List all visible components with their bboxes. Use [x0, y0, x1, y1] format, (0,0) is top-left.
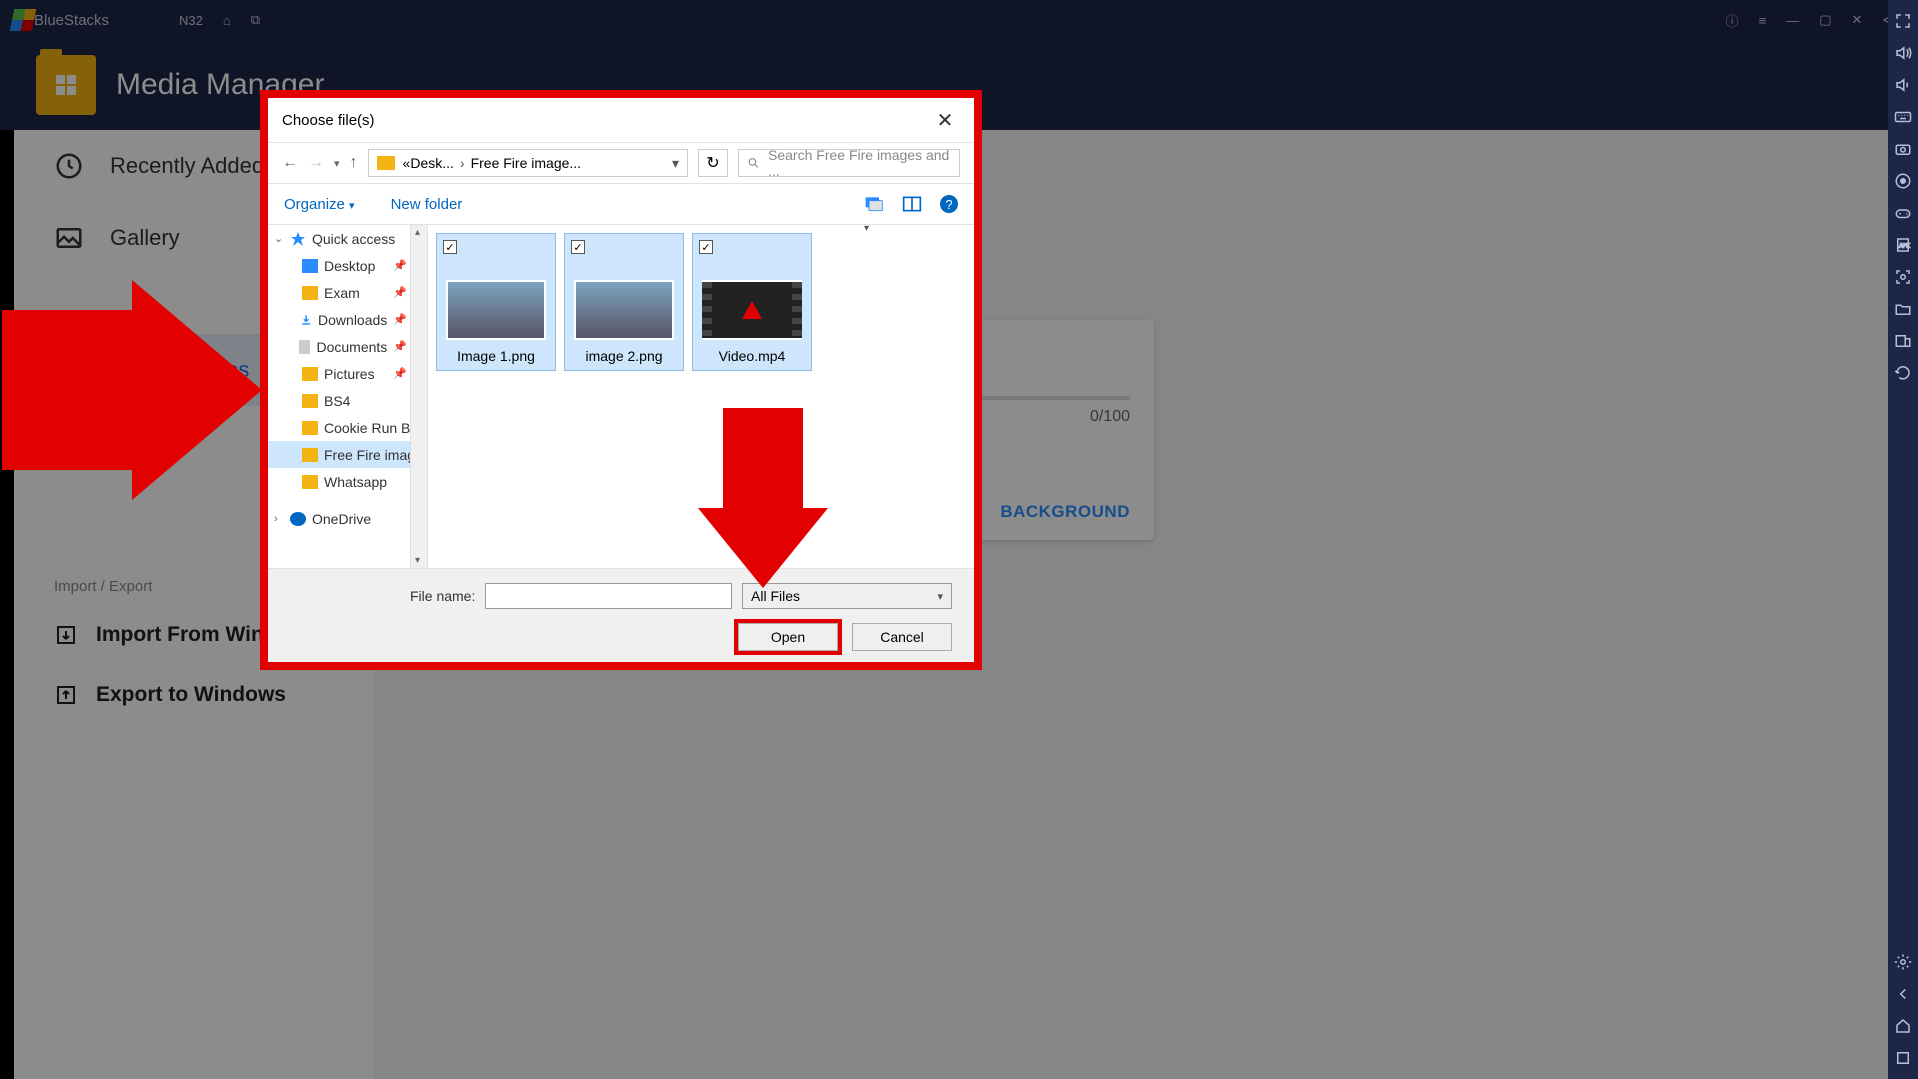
file-name: Video.mp4: [699, 348, 805, 364]
search-icon: [747, 156, 760, 170]
cancel-button[interactable]: Cancel: [852, 623, 952, 651]
forward-button[interactable]: →: [308, 154, 324, 172]
tree-cookie-run[interactable]: Cookie Run BS: [268, 414, 427, 441]
volume-up-icon[interactable]: [1894, 44, 1912, 62]
tree-quick-access[interactable]: ⌄ Quick access: [268, 225, 427, 252]
folder-icon: [377, 156, 395, 170]
history-dropdown[interactable]: ▾: [334, 157, 340, 170]
file-item[interactable]: ✓ Video.mp4: [692, 233, 812, 371]
file-dialog: Choose file(s) ✕ ← → ▾ ↑ « Desk... › Fre…: [260, 90, 982, 670]
pin-icon: 📌: [393, 313, 407, 326]
folder-icon[interactable]: [1894, 300, 1912, 318]
file-thumbnail: [446, 280, 546, 340]
tree-bs4[interactable]: BS4: [268, 387, 427, 414]
refresh-button[interactable]: ↻: [698, 149, 728, 177]
dialog-body: ⌄ Quick access Desktop📌 Exam📌 Downloads📌…: [268, 224, 974, 568]
dialog-close-button[interactable]: ✕: [930, 108, 960, 133]
recents-icon[interactable]: [1894, 1049, 1912, 1067]
open-button[interactable]: Open: [738, 623, 838, 651]
checkbox-icon[interactable]: ✓: [571, 240, 585, 254]
breadcrumb-parent[interactable]: Desk...: [410, 155, 454, 171]
file-item[interactable]: ✓ Image 1.png: [436, 233, 556, 371]
svg-text:APK: APK: [1899, 243, 1910, 249]
volume-down-icon[interactable]: [1894, 76, 1912, 94]
tree-onedrive[interactable]: › OneDrive: [268, 505, 427, 532]
file-thumbnail: [574, 280, 674, 340]
rotate-icon[interactable]: [1894, 364, 1912, 382]
file-item[interactable]: ✓ image 2.png: [564, 233, 684, 371]
breadcrumb-current[interactable]: Free Fire image...: [471, 155, 581, 171]
record-icon[interactable]: [1894, 172, 1912, 190]
folder-tree: ⌄ Quick access Desktop📌 Exam📌 Downloads📌…: [268, 225, 428, 568]
view-mode-button[interactable]: ▾: [864, 194, 884, 214]
dialog-footer: File name: All Files ▾ Open Cancel: [268, 568, 974, 662]
fullscreen-icon[interactable]: [1894, 12, 1912, 30]
back-button[interactable]: ←: [282, 154, 298, 172]
dialog-nav: ← → ▾ ↑ « Desk... › Free Fire image... ▾…: [268, 142, 974, 184]
chevron-down-icon: ⌄: [274, 232, 284, 245]
tree-desktop[interactable]: Desktop📌: [268, 252, 427, 279]
checkbox-icon[interactable]: ✓: [443, 240, 457, 254]
filename-label: File name:: [410, 588, 475, 604]
path-bar[interactable]: « Desk... › Free Fire image... ▾: [368, 149, 688, 177]
pin-icon: 📌: [393, 286, 407, 299]
file-name: Image 1.png: [443, 348, 549, 364]
tree-pictures[interactable]: Pictures📌: [268, 360, 427, 387]
pin-icon: 📌: [393, 340, 407, 353]
pin-star-icon: [290, 231, 306, 247]
up-button[interactable]: ↑: [350, 154, 358, 172]
annotation-arrow-left: [2, 280, 262, 500]
new-folder-button[interactable]: New folder: [391, 196, 463, 213]
onedrive-icon: [290, 512, 306, 526]
dialog-toolbar: Organize ▾ New folder ▾ ?: [268, 184, 974, 224]
preview-pane-button[interactable]: [902, 194, 922, 214]
help-button[interactable]: ?: [940, 195, 958, 213]
chevron-down-icon: ▾: [937, 590, 943, 603]
filename-input[interactable]: [485, 583, 732, 609]
dialog-titlebar: Choose file(s) ✕: [268, 98, 974, 142]
tree-scrollbar[interactable]: [410, 225, 427, 568]
pin-icon: 📌: [393, 367, 407, 380]
tree-downloads[interactable]: Downloads📌: [268, 306, 427, 333]
devices-icon[interactable]: [1894, 332, 1912, 350]
back-icon[interactable]: [1894, 985, 1912, 1003]
tree-exam[interactable]: Exam📌: [268, 279, 427, 306]
apk-icon[interactable]: APK: [1894, 236, 1912, 254]
dialog-title: Choose file(s): [282, 112, 375, 129]
download-icon: [300, 313, 312, 327]
file-thumbnail: [702, 280, 802, 340]
tree-documents[interactable]: Documents📌: [268, 333, 427, 360]
gamepad-icon[interactable]: [1894, 204, 1912, 222]
pin-icon: 📌: [393, 259, 407, 272]
chevron-right-icon: ›: [274, 513, 284, 525]
tree-whatsapp[interactable]: Whatsapp: [268, 468, 427, 495]
search-input[interactable]: Search Free Fire images and ...: [738, 149, 960, 177]
home-icon[interactable]: [1894, 1017, 1912, 1035]
checkbox-icon[interactable]: ✓: [699, 240, 713, 254]
right-toolbar: APK: [1888, 0, 1918, 1079]
file-name: image 2.png: [571, 348, 677, 364]
camera-icon[interactable]: [1894, 140, 1912, 158]
search-placeholder: Search Free Fire images and ...: [768, 147, 951, 179]
annotation-arrow-down: [698, 408, 828, 588]
organize-menu[interactable]: Organize ▾: [284, 196, 355, 213]
tree-free-fire[interactable]: Free Fire image: [268, 441, 427, 468]
keyboard-icon[interactable]: [1894, 108, 1912, 126]
path-dropdown-icon[interactable]: ▾: [672, 155, 679, 172]
settings-icon[interactable]: [1894, 953, 1912, 971]
screenshot-icon[interactable]: [1894, 268, 1912, 286]
